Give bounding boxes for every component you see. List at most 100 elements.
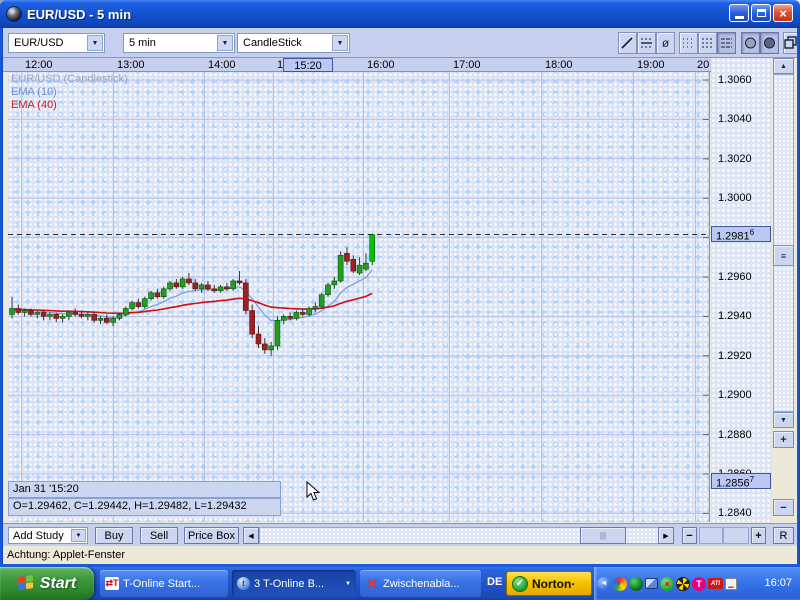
vertical-zoom-out-button[interactable]: − xyxy=(773,499,794,516)
scroll-left-button[interactable]: ◀ xyxy=(243,527,259,544)
window-title: EUR/USD - 5 min xyxy=(27,6,132,22)
price-tick-label: 1.3060 xyxy=(718,74,752,86)
hide-icons-chevron[interactable]: ◄ xyxy=(597,576,611,591)
grid-style-medium-tool-button[interactable] xyxy=(698,32,717,54)
window-border-bottom xyxy=(0,564,800,567)
taskbar-task-2[interactable]: t 3 T-Online B... ▼ xyxy=(232,570,356,597)
scroll-right-button[interactable]: ▶ xyxy=(658,527,674,544)
trendline-tool-button[interactable] xyxy=(618,32,637,54)
clipboard-red-icon: ✕ xyxy=(366,576,378,591)
price-tick-label: 1.3040 xyxy=(718,113,752,125)
price-tick-label: 1.2900 xyxy=(718,389,752,401)
ati-icon[interactable]: ATI xyxy=(708,578,723,589)
taskbar: Start ⇄T T-Online Start... t 3 T-Online B..… xyxy=(0,567,800,600)
shade-light-icon xyxy=(745,37,756,49)
vertical-scrollbar-thumb[interactable]: ≡ xyxy=(773,245,794,266)
titlebar[interactable]: EUR/USD - 5 min × xyxy=(0,0,800,28)
clipboard-viewer-icon[interactable]: ▁ xyxy=(725,577,737,590)
cascade-windows-tool-button[interactable] xyxy=(783,32,798,54)
price-tick-label: 1.2960 xyxy=(718,271,752,283)
horizontal-zoom-out-button[interactable]: − xyxy=(682,527,697,544)
shade-dark-icon xyxy=(764,37,775,49)
minimize-button[interactable] xyxy=(729,4,749,22)
horizontal-zoom-in-button[interactable]: + xyxy=(751,527,766,544)
language-indicator[interactable]: DE xyxy=(487,576,502,588)
horizontal-lines-tool-button[interactable] xyxy=(637,32,656,54)
interval-dropdown[interactable]: 5 min ▼ xyxy=(123,33,235,53)
grid-style-dense-icon xyxy=(721,38,732,48)
grid-style-sparse-tool-button[interactable] xyxy=(679,32,698,54)
vertical-scrollbar-track[interactable] xyxy=(773,74,794,412)
time-axis: 15:20 12:0013:0014:0015:0016:0017:0018:0… xyxy=(3,58,711,72)
time-tick-label: 16:00 xyxy=(367,59,395,71)
chevron-down-icon[interactable]: ▼ xyxy=(217,35,233,51)
mouse-cursor xyxy=(306,481,320,501)
applet-status-bar: Achtung: Applet-Fenster xyxy=(3,546,797,564)
time-tick-label: 18:00 xyxy=(545,59,573,71)
window-border-left xyxy=(0,28,3,567)
globe-earth-icon[interactable] xyxy=(629,576,643,591)
price-box-button[interactable]: Price Box xyxy=(184,527,239,544)
horizontal-zoom-track[interactable] xyxy=(699,527,723,544)
time-tick-label: 12:00 xyxy=(25,59,53,71)
chevron-down-icon[interactable]: ▼ xyxy=(345,581,351,587)
chart-type-dropdown[interactable]: CandleStick ▼ xyxy=(237,33,350,53)
restore-button[interactable] xyxy=(751,4,771,22)
price-tick-label: 1.2940 xyxy=(718,310,752,322)
horizontal-lines-icon xyxy=(641,38,652,48)
chevron-down-icon[interactable]: ▼ xyxy=(71,529,86,542)
minimize-icon xyxy=(734,16,744,19)
current-price-badge: 1.29816 xyxy=(711,226,771,243)
norton-badge[interactable]: ✓ Norton· xyxy=(506,571,592,596)
price-tick-label: 1.3020 xyxy=(718,153,752,165)
restore-icon xyxy=(756,9,766,17)
ema40-line xyxy=(11,292,373,315)
sell-button[interactable]: Sell xyxy=(140,527,178,544)
price-box-ohlc: O=1.29462, C=1.29442, H=1.29482, L=1.294… xyxy=(8,498,281,516)
system-tray: ◄ × T ATI ▁ 16:07 xyxy=(594,567,800,600)
scroll-down-button[interactable]: ▼ xyxy=(773,412,794,428)
time-tick-label: 13:00 xyxy=(117,59,145,71)
time-tick-label: 19:00 xyxy=(637,59,665,71)
offline-user-icon[interactable]: × xyxy=(660,576,674,591)
close-button[interactable]: × xyxy=(773,4,793,22)
network-computers-icon[interactable] xyxy=(645,578,658,589)
chart-plot-area[interactable]: EUR/USD (Candlestick) EMA (10) EMA (40) … xyxy=(8,72,710,522)
shade-dark-tool-button[interactable] xyxy=(760,32,779,54)
chevron-down-icon[interactable]: ▼ xyxy=(332,35,348,51)
world-wheel-icon[interactable] xyxy=(676,576,690,591)
app-icon xyxy=(6,6,22,22)
bottom-toolbar: Add Study ▼ Buy Sell Price Box ◀ ||| ▶ −… xyxy=(3,523,797,546)
legend-ema10-label: EMA (10) xyxy=(11,86,57,98)
grid-style-dense-tool-button[interactable] xyxy=(717,32,736,54)
task-label: Zwischenabla... xyxy=(383,577,460,590)
scroll-up-button[interactable]: ▲ xyxy=(773,58,794,74)
norton-check-icon: ✓ xyxy=(512,575,528,592)
vertical-zoom-in-button[interactable]: + xyxy=(773,431,794,448)
task-label: 3 T-Online B... xyxy=(254,577,325,590)
taskbar-clock: 16:07 xyxy=(764,577,792,589)
clear-studies-tool-button[interactable]: ø xyxy=(656,32,675,54)
add-study-dropdown[interactable]: Add Study ▼ xyxy=(8,527,88,544)
price-tick-label: 1.2840 xyxy=(718,507,752,519)
legend-series-label: EUR/USD (Candlestick) xyxy=(11,73,128,85)
close-icon: × xyxy=(779,5,787,21)
horizontal-zoom-track[interactable] xyxy=(723,527,749,544)
chart-toolbar: EUR/USD ▼ 5 min ▼ CandleStick ▼ ø xyxy=(3,28,798,58)
horizontal-scrollbar-thumb[interactable]: ||| xyxy=(580,527,626,544)
shade-light-tool-button[interactable] xyxy=(741,32,760,54)
taskbar-task-3[interactable]: ✕ Zwischenabla... xyxy=(360,570,481,597)
chevron-down-icon[interactable]: ▼ xyxy=(87,35,103,51)
symbol-dropdown[interactable]: EUR/USD ▼ xyxy=(8,33,105,53)
price-tick-label: 1.2880 xyxy=(718,429,752,441)
pinwheel-icon[interactable] xyxy=(613,576,627,591)
taskbar-task-1[interactable]: ⇄T T-Online Start... xyxy=(100,570,228,597)
reset-button[interactable]: R xyxy=(773,527,794,544)
desktop: EUR/USD - 5 min × EUR/USD ▼ 5 min ▼ Cand… xyxy=(0,0,800,600)
time-tick-label: 20 xyxy=(697,59,710,71)
buy-button[interactable]: Buy xyxy=(95,527,133,544)
start-button[interactable]: Start xyxy=(0,567,94,600)
session-quote-badge: 1.28567 xyxy=(711,473,771,490)
t-online-dialer-icon[interactable]: T xyxy=(692,576,706,591)
price-box-date: Jan 31 '15:20 xyxy=(8,481,281,498)
